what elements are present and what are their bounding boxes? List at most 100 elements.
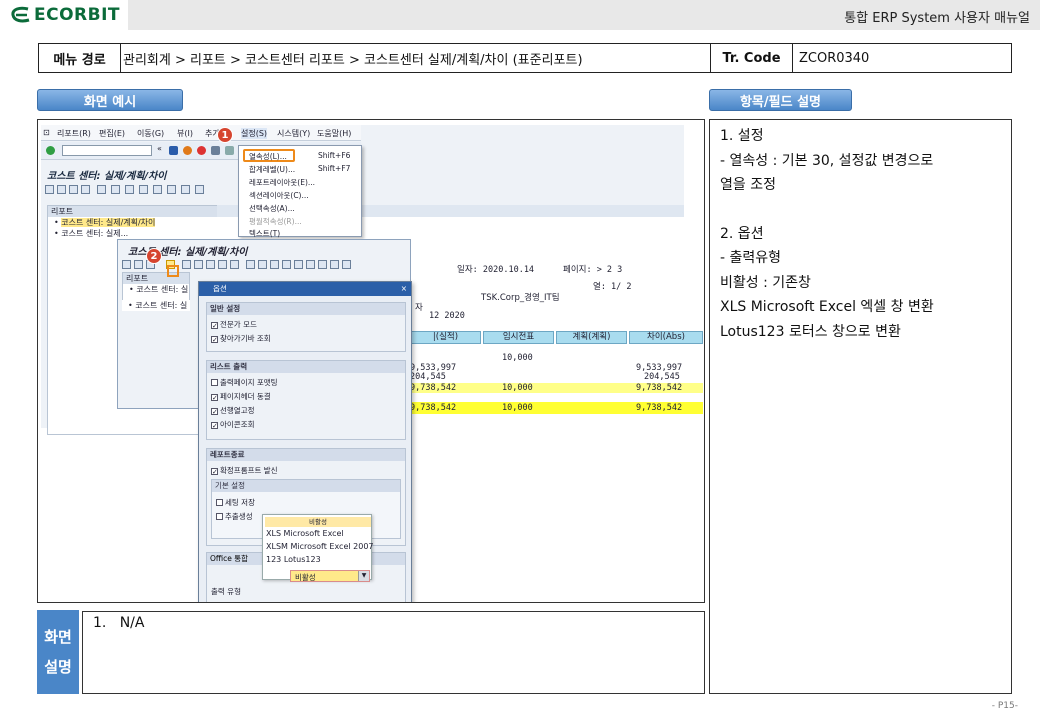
- app-icon-7[interactable]: [125, 185, 134, 194]
- table-header: |(실적): [410, 331, 481, 344]
- page-formatting-checkbox[interactable]: 출력페이지 포맷팅: [211, 377, 278, 388]
- tree-item[interactable]: • 코스트 센터: 실: [123, 284, 189, 295]
- sap-menu-goto[interactable]: 이동(G): [137, 128, 164, 139]
- table-cell: 9,738,542: [636, 403, 683, 413]
- sap-menu-view[interactable]: 뷰(I): [177, 128, 193, 139]
- page-number: - P15-: [991, 701, 1018, 711]
- logo: ECORBIT: [0, 0, 128, 30]
- options-dialog-title: 옵션 ×: [199, 282, 411, 296]
- freeze-header-checkbox[interactable]: ✓ 페이지헤더 동결: [211, 391, 271, 402]
- app-icon-8[interactable]: [139, 185, 148, 194]
- sap-screen-title: 코스트 센터: 실제/계획/차이: [47, 171, 167, 182]
- sap-menu-system[interactable]: 시스템(Y): [277, 128, 310, 139]
- screen-example-panel: ⊡ 리포트(R) 편집(E) 이동(G) 뷰(I) 추가 설정(S) 시스템(Y…: [37, 119, 705, 603]
- menu-item-section-layout[interactable]: 섹션레이아웃(C)...: [249, 190, 309, 201]
- close-icon[interactable]: ×: [401, 282, 407, 296]
- chevron-down-icon[interactable]: ▼: [358, 571, 369, 581]
- sap-menu-report[interactable]: 리포트(R): [57, 128, 91, 139]
- confirm-prompt-checkbox[interactable]: ✓ 확정프롬프트 발신: [211, 465, 278, 476]
- exit-icon[interactable]: [183, 146, 192, 155]
- tb-icon[interactable]: [246, 260, 255, 269]
- tree-header: 리포트: [48, 206, 220, 217]
- menu-item-text[interactable]: 텍스트(T): [249, 228, 280, 239]
- fix-lead-column-checkbox[interactable]: ✓ 선행열고정: [211, 405, 255, 416]
- sap-menu-settings[interactable]: 설정(S): [241, 128, 268, 139]
- tb-icon[interactable]: [342, 260, 351, 269]
- tb-icon[interactable]: [182, 260, 191, 269]
- command-field[interactable]: [62, 145, 152, 156]
- app-icon-10[interactable]: [167, 185, 176, 194]
- options-dialog: 옵션 × 일반 설정 ✓ 전문가 모드 ✓ 찾아가기바 조회 리스트 출력 출력페이…: [198, 281, 412, 602]
- app-icon-6[interactable]: [111, 185, 120, 194]
- app-icon-4[interactable]: [81, 185, 90, 194]
- expert-mode-checkbox[interactable]: ✓ 전문가 모드: [211, 319, 257, 330]
- tb-icon[interactable]: [294, 260, 303, 269]
- app-icon-9[interactable]: [153, 185, 162, 194]
- app-icon-1[interactable]: [45, 185, 54, 194]
- find-icon[interactable]: [225, 146, 234, 155]
- print-icon[interactable]: [211, 146, 220, 155]
- app-icon-12[interactable]: [195, 185, 204, 194]
- report-table: |(실적) 임시전표 계획(계획) 차이(Abs) 9,533,997 204,…: [410, 331, 703, 414]
- list-output-group: 리스트 출력 출력페이지 포맷팅 ✓ 페이지헤더 동결 ✓ 선행열고정 ✓ 아이콘조회: [206, 360, 406, 440]
- tree-item[interactable]: • 코스트 센터: 실제...: [48, 228, 220, 239]
- tb-icon[interactable]: [330, 260, 339, 269]
- tb-icon[interactable]: [206, 260, 215, 269]
- menu-item-sum-level[interactable]: 합계레벨(U)...: [249, 164, 295, 175]
- create-extract-checkbox[interactable]: 추출생성: [216, 511, 253, 522]
- option-lotus[interactable]: 123 Lotus123: [266, 555, 321, 564]
- table-header: 차이(Abs): [629, 331, 703, 344]
- menu-item-disabled: 평월적속성(R)...: [249, 217, 302, 226]
- app-icon-3[interactable]: [69, 185, 78, 194]
- document-title: 통합 ERP System 사용자 매뉴얼: [844, 11, 1030, 26]
- field-line: XLS Microsoft Excel 엑셀 창 변환: [720, 299, 934, 315]
- tb-icon[interactable]: [306, 260, 315, 269]
- tb-icon[interactable]: [194, 260, 203, 269]
- field-line: Lotus123 로터스 창으로 변환: [720, 323, 901, 340]
- menu-path: 관리회계 > 리포트 > 코스트센터 리포트 > 코스트센터 실제/계획/차이 …: [121, 44, 711, 72]
- tb-icon[interactable]: [258, 260, 267, 269]
- report-period: 12 2020: [429, 311, 465, 321]
- field-description-tab: 항목/필드 설명: [709, 89, 852, 111]
- tree-item[interactable]: • 코스트 센터: 실: [122, 300, 190, 311]
- report-org: TSK.Corp_경영_IT팀: [481, 293, 560, 303]
- settings-dropdown-menu: 열속성(L)... Shift+F6 합계레벨(U)... Shift+F7 레…: [238, 145, 362, 239]
- tree-item[interactable]: • 코스트 센터: 실제/계획/차이: [48, 217, 220, 228]
- tb-icon[interactable]: [282, 260, 291, 269]
- table-header: 계획(계획): [556, 331, 627, 344]
- save-icon[interactable]: [169, 146, 178, 155]
- cancel-icon[interactable]: [197, 146, 206, 155]
- icon-view-checkbox[interactable]: ✓ 아이콘조회: [211, 419, 255, 430]
- enter-check-icon[interactable]: [46, 146, 55, 155]
- menu-item-report-layout[interactable]: 레포트레이아웃(E)...: [249, 177, 315, 188]
- step-badge-1: 1: [217, 127, 233, 143]
- sap-menu-help[interactable]: 도움말(H): [317, 128, 351, 139]
- layout-button-highlight: [167, 265, 179, 277]
- tb-icon[interactable]: [318, 260, 327, 269]
- navigation-bar-checkbox[interactable]: ✓ 찾아가기바 조회: [211, 333, 271, 344]
- menu-item-column-attributes[interactable]: 열속성(L)...: [249, 151, 287, 162]
- app-icon-5[interactable]: [97, 185, 106, 194]
- save-settings-checkbox[interactable]: 세팅 저장: [216, 497, 255, 508]
- tb-icon[interactable]: [270, 260, 279, 269]
- tb-icon[interactable]: [134, 260, 143, 269]
- table-cell: 10,000: [502, 353, 533, 363]
- output-type-select[interactable]: 비활성 ▼: [290, 570, 370, 582]
- sap-menu-edit[interactable]: 편집(E): [99, 128, 125, 139]
- back-icon[interactable]: «: [157, 144, 162, 153]
- menu-item-selection-attributes[interactable]: 선택속성(A)...: [249, 203, 295, 214]
- option-inactive[interactable]: 비활성: [265, 517, 371, 527]
- tb-icon[interactable]: [230, 260, 239, 269]
- report-page: 페이지: > 2 3: [563, 265, 623, 275]
- shortcut: Shift+F7: [318, 164, 351, 173]
- option-xls[interactable]: XLS Microsoft Excel: [266, 529, 344, 538]
- general-settings-group: 일반 설정 ✓ 전문가 모드 ✓ 찾아가기바 조회: [206, 302, 406, 352]
- option-xlsm[interactable]: XLSM Microsoft Excel 2007: [266, 542, 374, 551]
- field-line: 2. 옵션: [720, 225, 764, 242]
- app-icon-11[interactable]: [181, 185, 190, 194]
- shortcut: Shift+F6: [318, 151, 351, 160]
- app-icon-2[interactable]: [57, 185, 66, 194]
- tb-icon[interactable]: [218, 260, 227, 269]
- tb-icon[interactable]: [122, 260, 131, 269]
- field-line: 열을 조정: [720, 177, 776, 193]
